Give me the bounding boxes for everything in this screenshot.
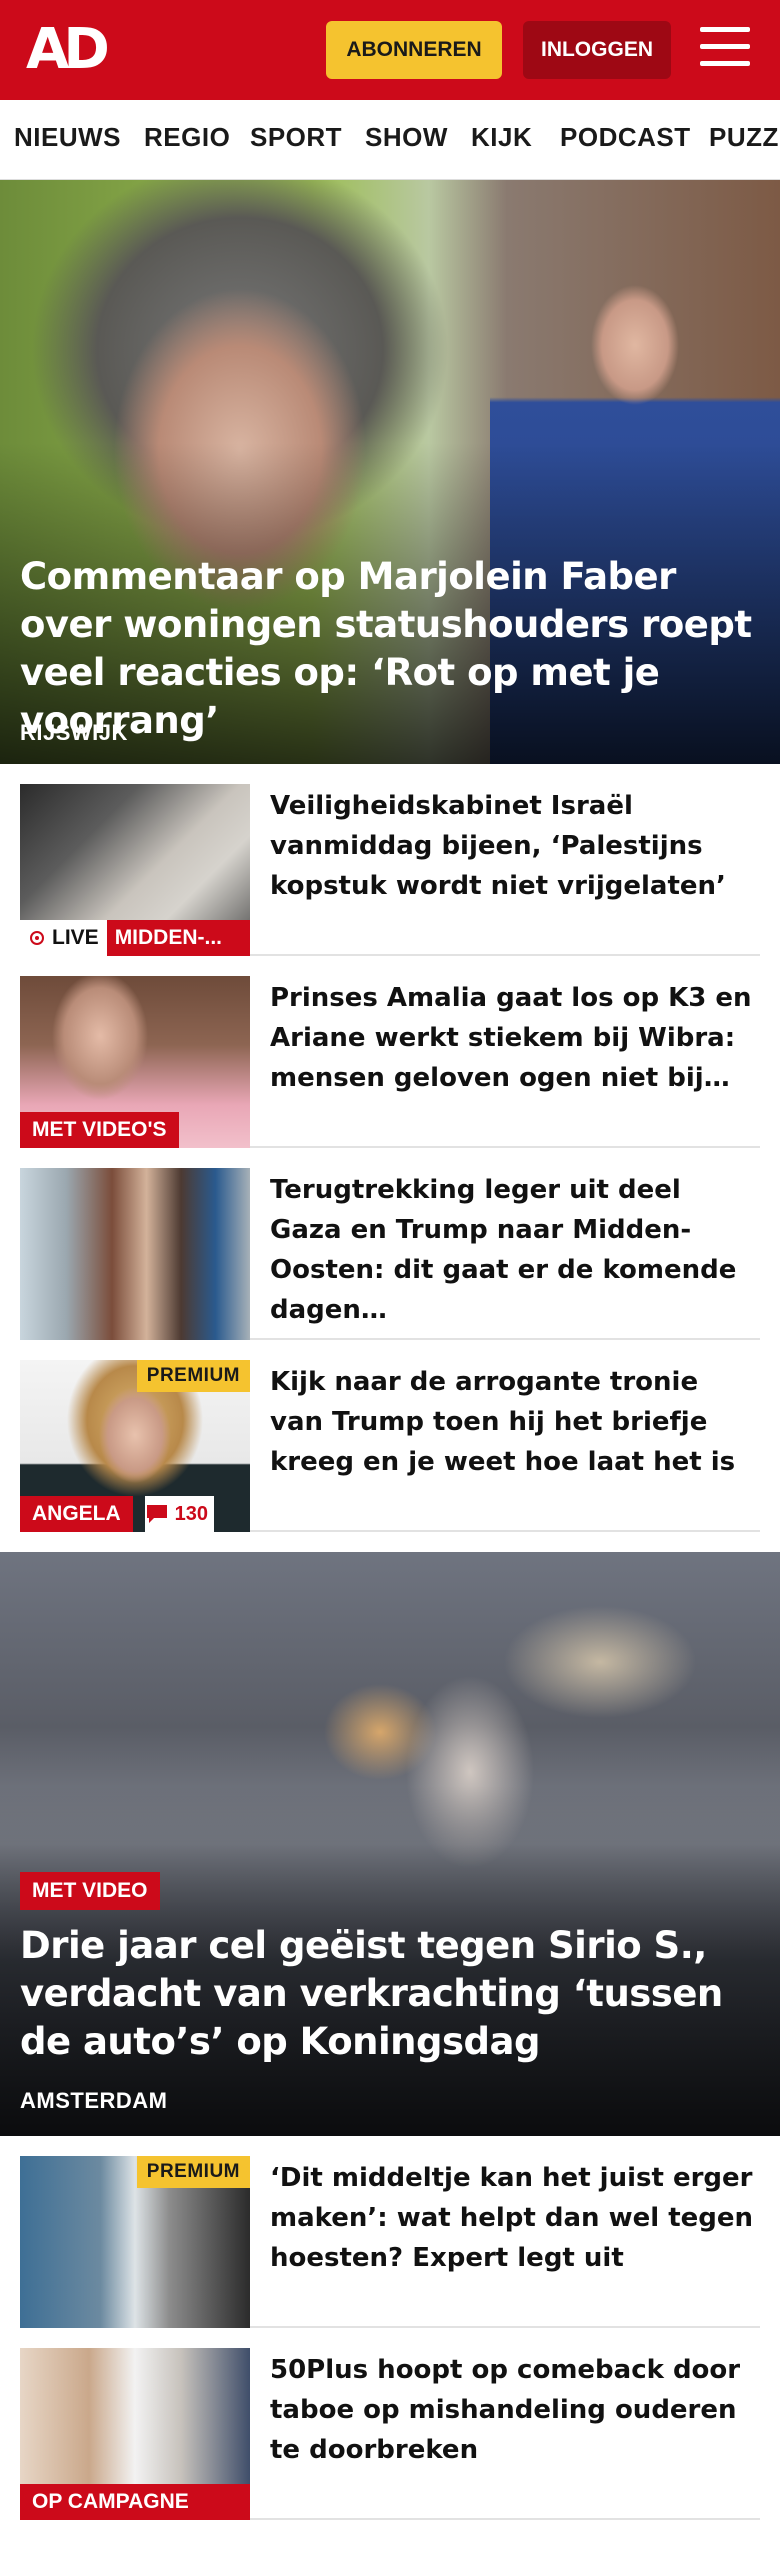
article-headline[interactable]: 50Plus hoopt op comeback door taboe op m… xyxy=(270,2350,760,2470)
nav-item-nieuws[interactable]: NIEUWS xyxy=(14,122,121,153)
article-thumbnail[interactable]: PREMIUM ANGELA 130 xyxy=(20,1360,250,1532)
video-feature-article[interactable]: MET VIDEO Drie jaar cel geëist tegen Sir… xyxy=(0,1552,780,2136)
article-thumbnail[interactable]: PREMIUM xyxy=(20,2156,250,2328)
campaign-badge: OP CAMPAGNE MET xyxy=(20,2484,250,2520)
hero-headline[interactable]: Commentaar op Marjolein Faber over wonin… xyxy=(20,553,760,745)
video-badge: MET VIDEO'S xyxy=(20,1112,179,1148)
article-thumbnail[interactable]: LIVE MIDDEN-... xyxy=(20,784,250,956)
top-bar: AD ABONNEREN INLOGGEN xyxy=(0,0,780,100)
nav-item-podcast[interactable]: PODCAST xyxy=(560,122,691,153)
ad-logo[interactable]: AD xyxy=(26,22,110,78)
login-button[interactable]: INLOGGEN xyxy=(523,21,671,79)
list-item[interactable]: OP CAMPAGNE MET 50Plus hoopt op comeback… xyxy=(20,2328,760,2520)
list-item[interactable]: Terugtrekking leger uit deel Gaza en Tru… xyxy=(20,1148,760,1340)
video-location-tag: AMSTERDAM xyxy=(20,2088,168,2113)
video-badge: MET VIDEO xyxy=(20,1872,160,1910)
section-nav: NIEUWS REGIO SPORT SHOW KIJK PODCAST PUZ… xyxy=(0,100,780,180)
nav-item-puzzel[interactable]: PUZZ xyxy=(709,122,779,153)
nav-item-show[interactable]: SHOW xyxy=(365,122,448,153)
hamburger-menu-icon[interactable] xyxy=(700,27,750,71)
premium-badge: PREMIUM xyxy=(136,1360,250,1392)
author-badge: ANGELA xyxy=(20,1496,133,1532)
article-thumbnail[interactable] xyxy=(20,1168,250,1340)
article-headline[interactable]: Kijk naar de arrogante tronie van Trump … xyxy=(270,1362,760,1482)
list-item[interactable]: PREMIUM ANGELA 130 Kijk naar de arrogant… xyxy=(20,1340,760,1532)
live-dot-icon xyxy=(30,931,44,945)
nav-item-kijk[interactable]: KIJK xyxy=(471,122,532,153)
category-badge: MIDDEN-... xyxy=(106,920,250,956)
article-headline[interactable]: Veiligheidskabinet Israël vanmiddag bije… xyxy=(270,786,760,906)
hero-location-tag: RIJSWIJK xyxy=(20,720,128,745)
hero-article[interactable]: Commentaar op Marjolein Faber over wonin… xyxy=(0,180,780,764)
article-headline[interactable]: Terugtrekking leger uit deel Gaza en Tru… xyxy=(270,1170,760,1330)
premium-badge: PREMIUM xyxy=(136,2156,250,2188)
article-headline[interactable]: ‘Dit middeltje kan het juist erger maken… xyxy=(270,2158,760,2278)
list-item[interactable]: LIVE MIDDEN-... Veiligheidskabinet Israë… xyxy=(20,764,760,956)
comment-bubble-icon xyxy=(146,1505,167,1523)
nav-item-sport[interactable]: SPORT xyxy=(250,122,342,153)
list-item[interactable]: MET VIDEO'S Prinses Amalia gaat los op K… xyxy=(20,956,760,1148)
article-thumbnail[interactable]: OP CAMPAGNE MET xyxy=(20,2348,250,2520)
comment-count[interactable]: 130 xyxy=(144,1496,215,1532)
list-item[interactable]: PREMIUM ‘Dit middeltje kan het juist erg… xyxy=(20,2136,760,2328)
article-headline[interactable]: Prinses Amalia gaat los op K3 en Ariane … xyxy=(270,978,760,1098)
live-badge: LIVE xyxy=(20,920,107,956)
subscribe-button[interactable]: ABONNEREN xyxy=(326,21,502,79)
video-headline[interactable]: Drie jaar cel geëist tegen Sirio S., ver… xyxy=(20,1922,760,2066)
article-thumbnail[interactable]: MET VIDEO'S xyxy=(20,976,250,1148)
nav-item-regio[interactable]: REGIO xyxy=(144,122,230,153)
